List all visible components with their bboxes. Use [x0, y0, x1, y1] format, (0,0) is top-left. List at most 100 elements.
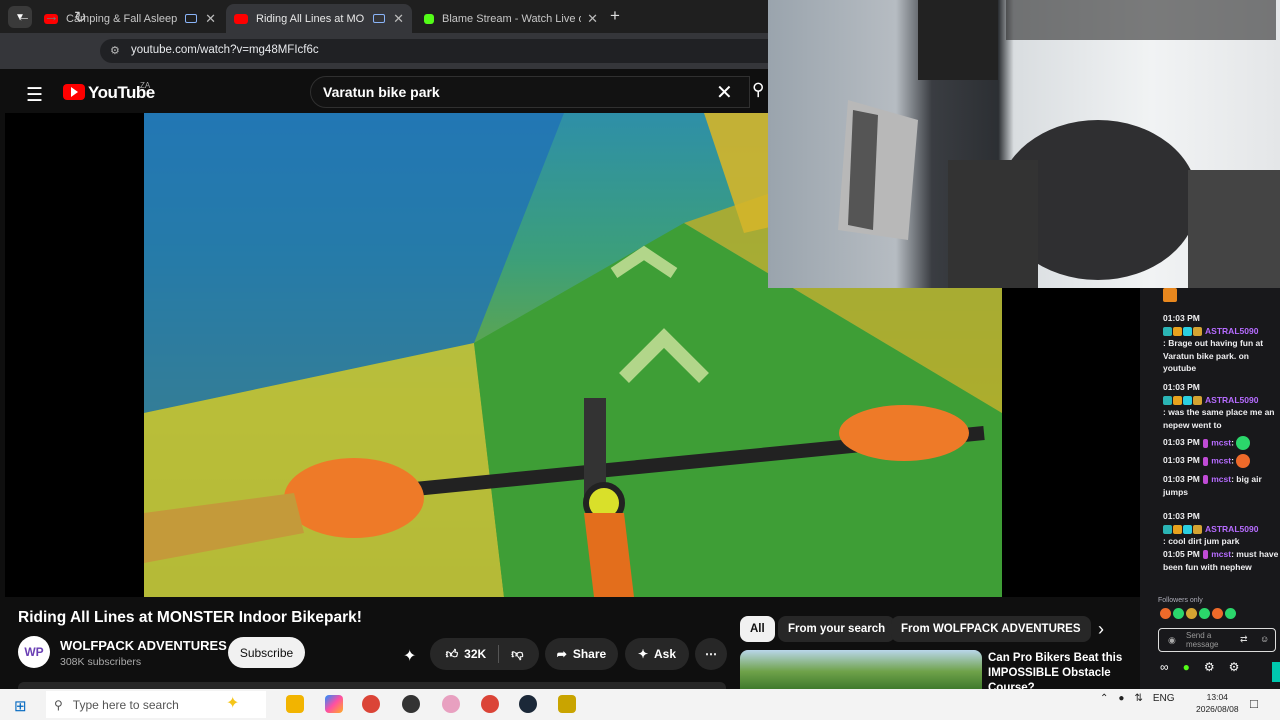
share-icon: ➦ — [556, 647, 567, 661]
like-count: 32K — [464, 647, 487, 661]
share-button[interactable]: ➦ Share — [545, 638, 618, 670]
back-button[interactable]: ← — [16, 8, 31, 25]
shuffle-icon[interactable]: ⇄ — [1240, 634, 1248, 645]
steam-icon[interactable] — [519, 695, 537, 713]
reload-button[interactable]: ↻ — [74, 8, 87, 26]
more-actions-button[interactable]: ⋯ — [695, 638, 727, 670]
chrome-profile-icon[interactable] — [481, 695, 499, 713]
chevron-right-icon[interactable]: › — [1098, 619, 1104, 640]
sparkle-icon[interactable]: ✦ — [226, 693, 239, 713]
divider — [498, 645, 500, 663]
youtube-favicon-icon — [234, 13, 248, 24]
url-text[interactable]: youtube.com/watch?v=mg48MFIcf6c — [131, 44, 319, 56]
smiley-icon[interactable]: ☺ — [1260, 634, 1269, 644]
language-indicator[interactable]: ENG — [1153, 693, 1175, 704]
emote-icon — [1236, 436, 1251, 450]
thumbs-down-icon: 👎︎ — [511, 646, 524, 661]
arrow-left-icon: ← — [16, 8, 31, 25]
chat-message: 01:03 PM mcst: — [1163, 436, 1280, 450]
emote-icon[interactable] — [1173, 608, 1184, 619]
kick-icon[interactable]: ● — [1183, 660, 1190, 674]
chevron-up-icon[interactable]: ⌃ — [1100, 693, 1108, 704]
channel-avatar[interactable]: WP — [18, 636, 50, 668]
kick-favicon-icon — [424, 13, 434, 24]
clock[interactable]: 13:04 2026/08/08 — [1196, 691, 1239, 715]
emote-icon[interactable] — [1199, 608, 1210, 619]
reload-icon: ↻ — [74, 9, 87, 26]
chat-username[interactable]: mcst — [1211, 455, 1231, 465]
tab-camping[interactable]: Camping & Fall Asleep in H ✕ — [36, 4, 224, 33]
loop-icon[interactable]: ∞ — [1160, 660, 1169, 674]
taskbar-search-placeholder: Type here to search — [72, 697, 179, 712]
close-tab-icon[interactable]: ✕ — [587, 11, 598, 27]
chat-username[interactable]: mcst — [1211, 549, 1231, 559]
emote-icon[interactable] — [1160, 608, 1171, 619]
obs-icon[interactable] — [402, 695, 420, 713]
chat-username[interactable]: ASTRAL5090 — [1205, 326, 1258, 336]
windows-start-icon[interactable]: ⊞ — [14, 697, 27, 715]
chip-from-your-search[interactable]: From your search — [778, 616, 896, 642]
clip-icon[interactable]: ✦ — [403, 646, 416, 666]
dislike-button[interactable]: 👎︎ — [511, 647, 523, 662]
search-query[interactable]: Varatun bike park — [323, 84, 440, 100]
ask-button[interactable]: ✦ Ask — [625, 638, 689, 670]
badge-icon — [1183, 326, 1192, 336]
file-explorer-icon[interactable] — [286, 695, 304, 713]
tab-blame-stream[interactable]: Blame Stream - Watch Live on ✕ — [416, 4, 606, 33]
site-settings-icon[interactable]: ⚙ — [110, 44, 120, 57]
chat-message: 01:03 PM mcst: big air jumps — [1163, 474, 1262, 497]
badge-icon — [1202, 550, 1208, 560]
emote-picker-icon[interactable]: ◉ — [1168, 635, 1176, 646]
chip-from-channel[interactable]: From WOLFPACK ADVENTURES — [891, 616, 1091, 642]
like-button[interactable]: 👍︎ 32K — [446, 647, 487, 662]
badge-icon — [1183, 395, 1192, 405]
chat-username[interactable]: ASTRAL5090 — [1205, 395, 1258, 405]
microphone-icon[interactable]: ● — [1118, 693, 1124, 704]
copilot-icon[interactable] — [325, 695, 343, 713]
emote-icon — [1236, 454, 1251, 468]
chat-message: 01:03 PM ASTRAL5090 : cool dirt jum park — [1163, 511, 1259, 546]
menu-icon[interactable]: ☰ — [26, 84, 43, 107]
tab-riding-all-lines[interactable]: Riding All Lines at MONSTE ✕ — [226, 4, 412, 33]
thumbs-up-icon: 👍︎ — [445, 646, 459, 661]
chat-username[interactable]: mcst — [1211, 474, 1231, 484]
app-icon[interactable] — [442, 695, 460, 713]
recommended-thumbnail[interactable] — [740, 650, 982, 689]
more-icon: ⋯ — [705, 647, 717, 661]
chat-username[interactable]: mcst — [1211, 437, 1231, 447]
emote-icon[interactable] — [1225, 608, 1236, 619]
play-icon — [71, 87, 78, 97]
notification-icon[interactable]: □ — [1250, 696, 1258, 711]
emote-icon[interactable] — [1212, 608, 1223, 619]
close-tab-icon[interactable]: ✕ — [393, 11, 404, 27]
chat-toolbar: ∞ ● ⚙ ⚙ — [1160, 660, 1239, 674]
clear-search-icon[interactable]: ✕ — [716, 80, 733, 105]
emote-icon[interactable] — [1186, 608, 1197, 619]
new-tab-button[interactable]: + — [610, 6, 620, 26]
chat-message: 01:03 PM ASTRAL5090 : Brage out having f… — [1163, 313, 1264, 373]
media-playing-icon — [185, 14, 198, 23]
badge-icon — [1163, 524, 1172, 534]
close-tab-icon[interactable]: ✕ — [205, 11, 216, 27]
recommended-title[interactable]: Can Pro Bikers Beat this IMPOSSIBLE Obst… — [988, 651, 1128, 689]
chip-all[interactable]: All — [740, 616, 775, 642]
badge-icon — [1193, 524, 1202, 534]
forward-button[interactable]: → — [44, 8, 59, 25]
badge-icon — [1183, 524, 1192, 534]
chrome-icon[interactable] — [362, 695, 380, 713]
search-icon[interactable]: ⚲ — [752, 80, 768, 104]
chat-message: 01:03 PM mcst: — [1163, 454, 1280, 468]
network-icon[interactable]: ⇅ — [1134, 693, 1142, 704]
channel-name[interactable]: WOLFPACK ADVENTURES — [60, 638, 227, 653]
chat-username[interactable]: ASTRAL5090 — [1205, 524, 1258, 534]
settings-icon[interactable]: ⚙ — [1229, 660, 1240, 674]
media-playing-icon — [373, 14, 386, 23]
badge-icon — [1202, 475, 1208, 485]
subscribe-button[interactable]: Subscribe — [228, 637, 305, 668]
followers-only-label: Followers only — [1158, 597, 1203, 604]
like-dislike-group: 👍︎ 32K 👎︎ — [430, 638, 539, 670]
chat-scroll-indicator[interactable] — [1272, 662, 1280, 682]
gear-icon[interactable]: ⚙ — [1204, 660, 1215, 674]
game-icon[interactable] — [558, 695, 576, 713]
chat-emote-row — [1163, 288, 1280, 302]
